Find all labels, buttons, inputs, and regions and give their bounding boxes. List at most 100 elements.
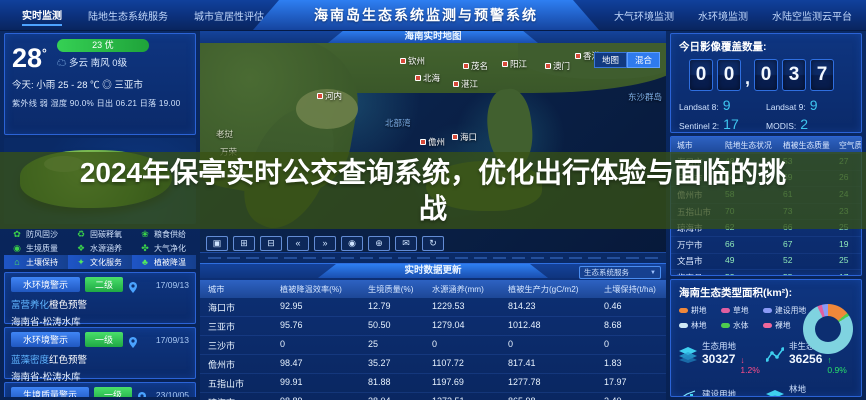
satellite-icon[interactable]: ◉ <box>341 236 363 251</box>
realtime-row-2[interactable]: 三沙市 0 25 0 0 0 <box>200 336 666 355</box>
alert-message: 蓝藻密度红色预警 <box>11 355 88 366</box>
rewind-icon[interactable]: « <box>287 236 309 251</box>
realtime-row-5[interactable]: 琼海市98.8938.041272.51865.982.40 <box>200 393 666 400</box>
realtime-row-3[interactable]: 儋州市 98.47 35.27 1107.72 817.41 1.83 <box>200 355 666 374</box>
location-pin-icon[interactable] <box>128 280 138 293</box>
dataset-dropdown[interactable]: 生态系统服务 ▼ <box>579 266 661 279</box>
source-count: 2 <box>800 116 809 132</box>
service-item-7[interactable]: ✦ 文化服务 <box>68 255 132 269</box>
alert-level-badge: 一级 <box>85 332 124 347</box>
legend-item-4: 水体 <box>721 320 763 331</box>
realtime-row-4[interactable]: 五指山市 99.91 81.88 1197.69 1277.78 17.97 <box>200 374 666 393</box>
monitor-icon[interactable]: ▣ <box>206 236 228 251</box>
cell: 81.88 <box>368 376 391 387</box>
city-name: 临高县 <box>671 270 719 275</box>
service-item-5[interactable]: ✤ 大气净化 <box>132 241 196 255</box>
city-row-7[interactable]: 临高县535517 <box>671 270 861 275</box>
service-item-1[interactable]: ♻ 固碳释氧 <box>68 227 132 241</box>
map-label-8: 老挝 <box>216 129 234 139</box>
city-row-5[interactable]: 万宁市 66 67 19 <box>671 237 861 254</box>
map-mode-button-0[interactable]: 地图 <box>593 52 627 68</box>
layers-icon <box>766 390 784 396</box>
expand-icon[interactable]: ⊞ <box>233 236 255 251</box>
globe-icon[interactable]: ⊕ <box>368 236 390 251</box>
app-title: 海南岛生态系统监测与预警系统 <box>314 7 538 23</box>
city-value: 53 <box>719 270 777 275</box>
city-marker-icon <box>415 75 421 81</box>
service-item-6[interactable]: ⌂ 土壤保持 <box>4 255 68 269</box>
cell: 38.04 <box>360 393 424 400</box>
alert-card-2[interactable]: 生境质量警示 一级 23/10/05 <box>4 382 196 397</box>
cell: 三亚市 <box>208 321 236 332</box>
city-name: 文昌市 <box>677 256 703 267</box>
dashboard-root: 实时监测 陆地生态系统服务 城市宜居性评估 海南岛生态系统监测与预警系统 大气环境监… <box>0 0 866 400</box>
location-pin-icon[interactable] <box>128 335 138 348</box>
forward-icon[interactable]: » <box>314 236 336 251</box>
cell: 1012.48 <box>508 319 541 330</box>
map-mode-button-1[interactable]: 混合 <box>626 52 660 68</box>
realtime-row-0[interactable]: 海口市 92.95 12.79 1229.53 814.23 0.46 <box>200 298 666 317</box>
alert-date: 17/09/13 <box>155 334 189 345</box>
imagery-source-1: Landsat 9: 9 <box>766 97 853 113</box>
map-layer-switch: 地图 混合 <box>593 52 660 68</box>
cell: 814.23 <box>508 300 536 311</box>
food-supply-icon: ❀ <box>141 228 149 239</box>
map-label-12: 海口 <box>452 131 477 143</box>
source-label: Landsat 8: <box>679 102 719 112</box>
alert-card-1[interactable]: 水环境警示 一级 17/09/13 蓝藻密度红色预警 海南省-松涛水库 <box>4 327 196 383</box>
nav-tabs-right: 大气环境监测 水环境监测 水陆空监测云平台 <box>614 0 852 30</box>
eco-legend: 耕地 草地 建设用地 林地 水体 裸地 <box>679 305 819 331</box>
service-label: 大气净化 <box>154 243 186 253</box>
cell: 0 <box>508 338 514 349</box>
service-item-3[interactable]: ◉ 生境质量 <box>4 241 68 255</box>
message-icon[interactable]: ✉ <box>395 236 417 251</box>
realtime-col-header: 城市 <box>208 285 225 294</box>
nav-tab-left-1[interactable]: 陆地生态系统服务 <box>88 6 168 25</box>
alert-card-0[interactable]: 水环境警示 二级 17/09/13 富营养化橙色预警 海南省-松涛水库 <box>4 272 196 328</box>
location-pin-icon[interactable] <box>137 390 147 397</box>
cell: 8.68 <box>604 319 622 330</box>
city-row-6[interactable]: 文昌市 49 52 25 <box>671 254 861 271</box>
cell: 98.89 <box>272 393 360 400</box>
realtime-table-header: 城市 植被降温效率(%) 生境质量(%) 水源涵养(mm) 植被生产力(gC/m2) 土壤… <box>200 280 666 298</box>
service-label: 固碳释氧 <box>90 229 122 239</box>
eco-stat-2: 建设用地667↑ 4.7% <box>679 383 766 396</box>
city-name: 万宁市 <box>677 239 703 250</box>
nav-tab-left-0[interactable]: 实时监测 <box>22 5 62 26</box>
weather-condition: ☁ 多云 南风 0级 <box>56 58 128 69</box>
service-item-4[interactable]: ❖ 水源涵养 <box>68 241 132 255</box>
service-label: 文化服务 <box>90 257 122 267</box>
service-item-0[interactable]: ✿ 防风固沙 <box>4 227 68 241</box>
cell: 0 <box>604 338 610 349</box>
realtime-col-header: 生境质量(%) <box>368 285 414 294</box>
alert-type-button[interactable]: 水环境警示 <box>11 277 81 292</box>
service-label: 土壤保持 <box>26 257 58 267</box>
cell: 0 <box>432 338 438 349</box>
cell: 35.27 <box>368 357 391 368</box>
realtime-row-1[interactable]: 三亚市 95.76 50.50 1279.04 1012.48 8.68 <box>200 317 666 336</box>
refresh-icon[interactable]: ↻ <box>422 236 444 251</box>
aqi-badge: 23 优 <box>56 39 149 52</box>
nav-tab-left-2[interactable]: 城市宜居性评估 <box>194 6 264 25</box>
weather-detail: 紫外线 弱 湿度 90.0% 日出 06.21 日落 19.00 <box>12 99 181 108</box>
windbreak-sand-icon: ✿ <box>13 228 21 239</box>
nav-tab-right-0[interactable]: 大气环境监测 <box>614 6 674 25</box>
nav-tab-right-2[interactable]: 水陆空监测云平台 <box>772 6 852 25</box>
cell: 1277.78 <box>508 376 541 387</box>
alert-type-button[interactable]: 水环境警示 <box>11 332 81 347</box>
counter-comma: , <box>745 68 751 88</box>
banner-line2: 战 <box>418 192 447 224</box>
city-marker-icon <box>317 93 323 99</box>
counter-digit: 0 <box>717 59 741 91</box>
culture-service-icon: ✦ <box>77 256 85 267</box>
source-label: MODIS: <box>766 121 797 131</box>
service-item-8[interactable]: ♣ 植被降温 <box>132 255 196 269</box>
imagery-source-2: Sentinel 2: 17 <box>679 116 766 132</box>
collapse-icon[interactable]: ⊟ <box>260 236 282 251</box>
alert-level-badge: 二级 <box>85 277 124 292</box>
cell: 0 <box>280 338 286 349</box>
service-item-2[interactable]: ❀ 粮食供给 <box>132 227 196 241</box>
top-navbar: 实时监测 陆地生态系统服务 城市宜居性评估 海南岛生态系统监测与预警系统 大气环境监… <box>0 0 866 31</box>
nav-tab-right-1[interactable]: 水环境监测 <box>698 6 748 25</box>
alert-type-button[interactable]: 生境质量警示 <box>11 387 90 397</box>
